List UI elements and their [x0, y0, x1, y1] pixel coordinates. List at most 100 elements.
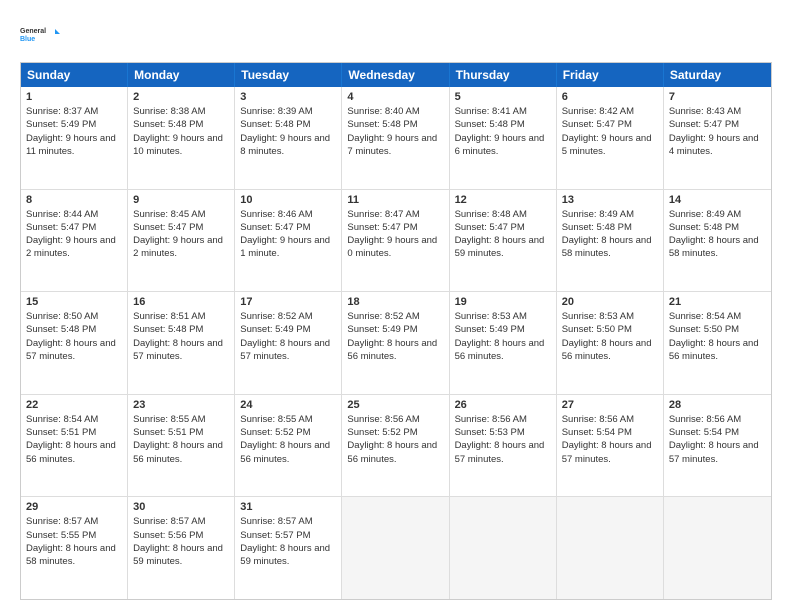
cell-info: Sunrise: 8:56 AMSunset: 5:54 PMDaylight:…: [562, 414, 652, 465]
day-cell-1: 1 Sunrise: 8:37 AMSunset: 5:49 PMDayligh…: [21, 87, 128, 189]
day-cell-2: 2 Sunrise: 8:38 AMSunset: 5:48 PMDayligh…: [128, 87, 235, 189]
day-cell-20: 20 Sunrise: 8:53 AMSunset: 5:50 PMDaylig…: [557, 292, 664, 394]
svg-text:Blue: Blue: [20, 36, 35, 43]
day-number: 8: [26, 194, 122, 206]
calendar-body: 1 Sunrise: 8:37 AMSunset: 5:49 PMDayligh…: [21, 87, 771, 599]
day-number: 6: [562, 91, 658, 103]
day-cell-29: 29 Sunrise: 8:57 AMSunset: 5:55 PMDaylig…: [21, 497, 128, 599]
day-cell-4: 4 Sunrise: 8:40 AMSunset: 5:48 PMDayligh…: [342, 87, 449, 189]
day-cell-17: 17 Sunrise: 8:52 AMSunset: 5:49 PMDaylig…: [235, 292, 342, 394]
day-number: 27: [562, 399, 658, 411]
empty-cell: [342, 497, 449, 599]
day-cell-7: 7 Sunrise: 8:43 AMSunset: 5:47 PMDayligh…: [664, 87, 771, 189]
calendar-row-0: 1 Sunrise: 8:37 AMSunset: 5:49 PMDayligh…: [21, 87, 771, 189]
day-cell-9: 9 Sunrise: 8:45 AMSunset: 5:47 PMDayligh…: [128, 190, 235, 292]
cell-info: Sunrise: 8:57 AMSunset: 5:57 PMDaylight:…: [240, 516, 330, 567]
day-cell-16: 16 Sunrise: 8:51 AMSunset: 5:48 PMDaylig…: [128, 292, 235, 394]
cell-info: Sunrise: 8:39 AMSunset: 5:48 PMDaylight:…: [240, 106, 330, 157]
calendar: SundayMondayTuesdayWednesdayThursdayFrid…: [20, 62, 772, 600]
day-number: 16: [133, 296, 229, 308]
day-number: 12: [455, 194, 551, 206]
cell-info: Sunrise: 8:38 AMSunset: 5:48 PMDaylight:…: [133, 106, 223, 157]
day-number: 7: [669, 91, 766, 103]
day-cell-10: 10 Sunrise: 8:46 AMSunset: 5:47 PMDaylig…: [235, 190, 342, 292]
page: General Blue SundayMondayTuesdayWednesda…: [0, 0, 792, 612]
calendar-row-1: 8 Sunrise: 8:44 AMSunset: 5:47 PMDayligh…: [21, 189, 771, 292]
day-number: 17: [240, 296, 336, 308]
day-cell-26: 26 Sunrise: 8:56 AMSunset: 5:53 PMDaylig…: [450, 395, 557, 497]
day-number: 23: [133, 399, 229, 411]
cell-info: Sunrise: 8:56 AMSunset: 5:53 PMDaylight:…: [455, 414, 545, 465]
day-number: 4: [347, 91, 443, 103]
header: General Blue: [20, 16, 772, 52]
weekday-header-friday: Friday: [557, 63, 664, 87]
day-number: 18: [347, 296, 443, 308]
cell-info: Sunrise: 8:48 AMSunset: 5:47 PMDaylight:…: [455, 209, 545, 260]
cell-info: Sunrise: 8:56 AMSunset: 5:54 PMDaylight:…: [669, 414, 759, 465]
cell-info: Sunrise: 8:56 AMSunset: 5:52 PMDaylight:…: [347, 414, 437, 465]
day-number: 1: [26, 91, 122, 103]
day-number: 25: [347, 399, 443, 411]
cell-info: Sunrise: 8:57 AMSunset: 5:55 PMDaylight:…: [26, 516, 116, 567]
day-cell-27: 27 Sunrise: 8:56 AMSunset: 5:54 PMDaylig…: [557, 395, 664, 497]
day-cell-18: 18 Sunrise: 8:52 AMSunset: 5:49 PMDaylig…: [342, 292, 449, 394]
cell-info: Sunrise: 8:54 AMSunset: 5:50 PMDaylight:…: [669, 311, 759, 362]
day-number: 19: [455, 296, 551, 308]
calendar-header: SundayMondayTuesdayWednesdayThursdayFrid…: [21, 63, 771, 87]
day-number: 28: [669, 399, 766, 411]
cell-info: Sunrise: 8:52 AMSunset: 5:49 PMDaylight:…: [347, 311, 437, 362]
day-number: 24: [240, 399, 336, 411]
empty-cell: [557, 497, 664, 599]
weekday-header-thursday: Thursday: [450, 63, 557, 87]
cell-info: Sunrise: 8:57 AMSunset: 5:56 PMDaylight:…: [133, 516, 223, 567]
day-number: 10: [240, 194, 336, 206]
cell-info: Sunrise: 8:50 AMSunset: 5:48 PMDaylight:…: [26, 311, 116, 362]
weekday-header-sunday: Sunday: [21, 63, 128, 87]
calendar-row-3: 22 Sunrise: 8:54 AMSunset: 5:51 PMDaylig…: [21, 394, 771, 497]
day-number: 14: [669, 194, 766, 206]
day-number: 26: [455, 399, 551, 411]
day-cell-24: 24 Sunrise: 8:55 AMSunset: 5:52 PMDaylig…: [235, 395, 342, 497]
day-cell-14: 14 Sunrise: 8:49 AMSunset: 5:48 PMDaylig…: [664, 190, 771, 292]
day-number: 31: [240, 501, 336, 513]
day-number: 22: [26, 399, 122, 411]
cell-info: Sunrise: 8:51 AMSunset: 5:48 PMDaylight:…: [133, 311, 223, 362]
cell-info: Sunrise: 8:46 AMSunset: 5:47 PMDaylight:…: [240, 209, 330, 260]
svg-text:General: General: [20, 28, 46, 35]
logo-svg: General Blue: [20, 16, 60, 52]
day-number: 15: [26, 296, 122, 308]
cell-info: Sunrise: 8:37 AMSunset: 5:49 PMDaylight:…: [26, 106, 116, 157]
day-cell-13: 13 Sunrise: 8:49 AMSunset: 5:48 PMDaylig…: [557, 190, 664, 292]
logo: General Blue: [20, 16, 60, 52]
day-cell-22: 22 Sunrise: 8:54 AMSunset: 5:51 PMDaylig…: [21, 395, 128, 497]
day-number: 9: [133, 194, 229, 206]
day-number: 21: [669, 296, 766, 308]
day-cell-28: 28 Sunrise: 8:56 AMSunset: 5:54 PMDaylig…: [664, 395, 771, 497]
cell-info: Sunrise: 8:41 AMSunset: 5:48 PMDaylight:…: [455, 106, 545, 157]
day-cell-8: 8 Sunrise: 8:44 AMSunset: 5:47 PMDayligh…: [21, 190, 128, 292]
cell-info: Sunrise: 8:55 AMSunset: 5:52 PMDaylight:…: [240, 414, 330, 465]
day-cell-12: 12 Sunrise: 8:48 AMSunset: 5:47 PMDaylig…: [450, 190, 557, 292]
cell-info: Sunrise: 8:47 AMSunset: 5:47 PMDaylight:…: [347, 209, 437, 260]
day-number: 2: [133, 91, 229, 103]
weekday-header-wednesday: Wednesday: [342, 63, 449, 87]
day-number: 30: [133, 501, 229, 513]
day-cell-6: 6 Sunrise: 8:42 AMSunset: 5:47 PMDayligh…: [557, 87, 664, 189]
empty-cell: [450, 497, 557, 599]
cell-info: Sunrise: 8:53 AMSunset: 5:50 PMDaylight:…: [562, 311, 652, 362]
day-number: 29: [26, 501, 122, 513]
cell-info: Sunrise: 8:42 AMSunset: 5:47 PMDaylight:…: [562, 106, 652, 157]
cell-info: Sunrise: 8:49 AMSunset: 5:48 PMDaylight:…: [669, 209, 759, 260]
day-cell-25: 25 Sunrise: 8:56 AMSunset: 5:52 PMDaylig…: [342, 395, 449, 497]
empty-cell: [664, 497, 771, 599]
day-cell-5: 5 Sunrise: 8:41 AMSunset: 5:48 PMDayligh…: [450, 87, 557, 189]
day-number: 11: [347, 194, 443, 206]
day-cell-11: 11 Sunrise: 8:47 AMSunset: 5:47 PMDaylig…: [342, 190, 449, 292]
day-cell-19: 19 Sunrise: 8:53 AMSunset: 5:49 PMDaylig…: [450, 292, 557, 394]
weekday-header-monday: Monday: [128, 63, 235, 87]
day-number: 20: [562, 296, 658, 308]
day-cell-15: 15 Sunrise: 8:50 AMSunset: 5:48 PMDaylig…: [21, 292, 128, 394]
cell-info: Sunrise: 8:52 AMSunset: 5:49 PMDaylight:…: [240, 311, 330, 362]
cell-info: Sunrise: 8:49 AMSunset: 5:48 PMDaylight:…: [562, 209, 652, 260]
weekday-header-tuesday: Tuesday: [235, 63, 342, 87]
